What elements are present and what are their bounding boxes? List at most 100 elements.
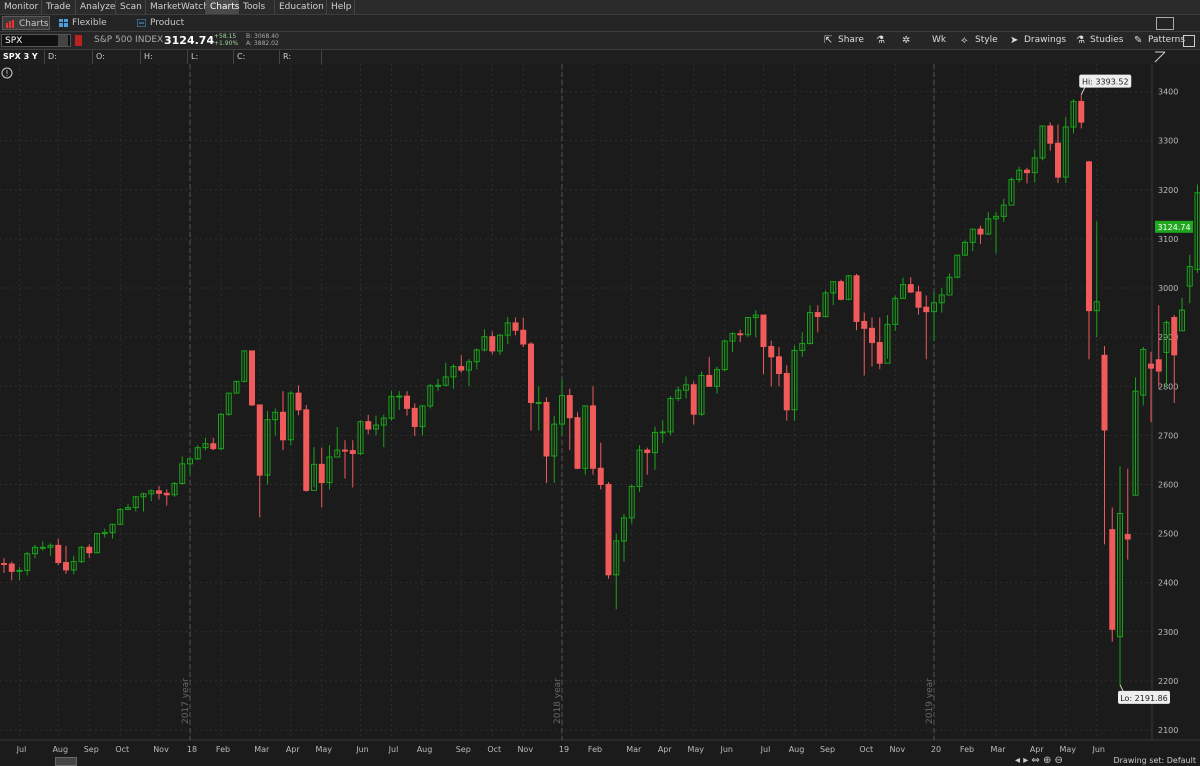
candle-body [16, 569, 23, 572]
grid-icon [59, 19, 68, 27]
candle-body [590, 405, 596, 469]
tab-product-depth[interactable]: Product Depth [134, 16, 214, 42]
x-tick-label: Jun [720, 745, 734, 754]
patterns-label: Patterns [1148, 35, 1186, 45]
candle-body [783, 373, 790, 411]
tab-charts[interactable]: Charts [2, 16, 50, 30]
candle-body [597, 467, 604, 485]
candle-body [861, 320, 868, 329]
candle-body [768, 345, 775, 358]
year-label: 2018 year [553, 678, 563, 724]
candle-body [280, 411, 286, 441]
candle-body [1109, 529, 1116, 630]
x-tick-label: Aug [417, 745, 433, 754]
drawing-set-status: Drawing set: Default [1113, 756, 1196, 765]
flask-button[interactable]: ⚗ [876, 33, 890, 48]
depth-icon [137, 19, 146, 27]
candle-body [435, 384, 441, 387]
menu-item-monitor[interactable]: Monitor [0, 0, 42, 14]
chart-symbol-period[interactable]: SPX 3 Y W [0, 50, 45, 75]
candle-body [404, 395, 410, 409]
y-tick-label: 3200 [1158, 186, 1178, 195]
x-tick-label: Jun [1092, 745, 1106, 754]
studies-button[interactable]: ⚗ Studies [1076, 33, 1123, 48]
x-tick-label: 18 [187, 745, 197, 754]
chart-background [0, 64, 1200, 766]
cursor-icon: ➤ [1010, 35, 1019, 46]
drawings-button[interactable]: ➤ Drawings [1010, 33, 1066, 48]
x-tick-label: 19 [559, 745, 569, 754]
candle-body [1, 563, 7, 566]
candle-body [365, 421, 372, 430]
candle-body [342, 449, 348, 452]
style-icon: ⟡ [961, 35, 968, 46]
collapse-icon[interactable] [1154, 51, 1166, 63]
menu-item-help[interactable]: Help [327, 0, 355, 14]
alert-flag-icon[interactable] [75, 35, 82, 46]
candle-body [853, 275, 860, 322]
candle-body [458, 366, 465, 371]
bar-date: D: 6/15/20 [45, 50, 93, 75]
candle-body [760, 314, 767, 347]
timeframe-button[interactable]: Wk [918, 33, 946, 48]
x-tick-label: Sep [456, 745, 471, 754]
menu-item-tools[interactable]: Tools [239, 0, 275, 14]
candle-body [737, 333, 744, 336]
menu-item-marketwatch[interactable]: MarketWatch [146, 0, 209, 14]
x-tick-label: May [315, 745, 332, 754]
window-maximize-icon[interactable] [1156, 17, 1174, 30]
y-tick-label: 3400 [1158, 88, 1178, 97]
menu-item-analyze[interactable]: Analyze [76, 0, 116, 14]
share-label: Share [838, 35, 864, 45]
tab-flexible-grid[interactable]: Flexible Grid [56, 16, 126, 42]
candle-body [574, 417, 581, 469]
y-tick-label: 2400 [1158, 579, 1178, 588]
expand-panel-button[interactable] [55, 757, 77, 766]
candle-body [1171, 317, 1178, 356]
x-tick-label: Jun [355, 745, 369, 754]
y-tick-label: 2800 [1158, 382, 1178, 391]
candle-body [528, 343, 534, 403]
maximize-icon[interactable] [1183, 35, 1195, 47]
candle-body [876, 342, 883, 364]
menu-item-trade[interactable]: Trade [42, 0, 76, 14]
menu-item-education[interactable]: Education [275, 0, 327, 14]
bar-low: L: 2965.66 [188, 50, 234, 75]
x-tick-label: Oct [487, 745, 501, 754]
candle-body [869, 327, 875, 344]
menu-item-scan[interactable]: Scan [116, 0, 146, 14]
x-tick-label: Sep [820, 745, 835, 754]
candle-body [249, 350, 255, 406]
patterns-button[interactable]: ✎ Patterns [1134, 33, 1185, 48]
style-button[interactable]: ⟡ Style [961, 33, 998, 48]
candle-body [86, 546, 93, 554]
x-tick-label: Aug [52, 745, 68, 754]
candle-body [55, 544, 62, 564]
candle-body [210, 443, 217, 450]
bar-range: R: 187.79 [280, 50, 322, 75]
settings-button[interactable]: ✲ [902, 33, 916, 48]
x-tick-label: Mar [626, 745, 642, 754]
symbol-dropdown-icon[interactable] [58, 35, 68, 46]
candle-body [915, 291, 922, 308]
bar-open: O: 2993.76 [93, 50, 141, 75]
candle-body [1101, 354, 1108, 431]
candle-body [977, 228, 984, 235]
x-tick-label: Jul [16, 745, 27, 754]
candle-body [512, 322, 519, 331]
candle-body [8, 563, 15, 572]
candle-body [101, 532, 108, 535]
price-chart[interactable]: !210022002300240025002600270028002900300… [0, 64, 1200, 766]
candle-body [838, 281, 844, 300]
last-price: 3124.74 [164, 34, 215, 47]
x-tick-label: Apr [658, 745, 673, 754]
share-button[interactable]: ⇱ Share [824, 33, 864, 48]
candle-body [1047, 125, 1054, 144]
candle-body [318, 463, 325, 484]
main-menu-bar: Monitor Trade Analyze Scan MarketWatch Charts… [0, 0, 1200, 15]
tab-label: Charts [19, 19, 49, 29]
menu-item-charts[interactable]: Charts [206, 0, 239, 14]
x-tick-label: Feb [588, 745, 602, 754]
patterns-icon: ✎ [1134, 35, 1143, 46]
y-tick-label: 2100 [1158, 726, 1178, 735]
